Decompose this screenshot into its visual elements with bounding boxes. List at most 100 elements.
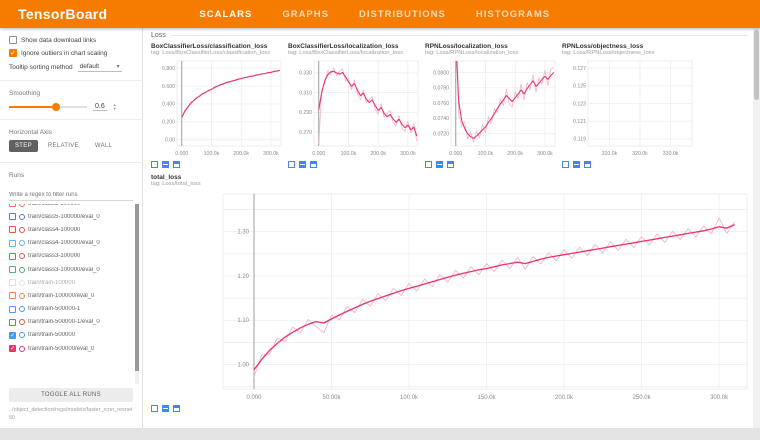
run-checkbox[interactable] [9, 204, 16, 207]
run-checkbox[interactable] [9, 319, 16, 326]
svg-text:1.10: 1.10 [237, 318, 249, 324]
run-checkbox[interactable] [9, 213, 16, 220]
svg-text:0.0740: 0.0740 [433, 116, 449, 122]
stepper-down-icon[interactable]: ▼ [113, 107, 117, 111]
run-row[interactable]: train/train-500000-1 [9, 303, 140, 316]
runs-scrollbar[interactable] [135, 204, 139, 384]
run-checkbox[interactable] [9, 226, 16, 233]
fit-domain-icon[interactable] [162, 161, 169, 168]
run-label: train/train-500000-1/eval_0 [28, 319, 100, 325]
svg-text:0.310: 0.310 [299, 90, 312, 96]
run-label: train/train-100000/eval_0 [28, 293, 94, 299]
svg-text:0.000: 0.000 [312, 151, 325, 157]
run-checkbox[interactable] [9, 240, 16, 247]
chart-title: total_loss [151, 174, 755, 181]
run-row[interactable]: ✓ train/train-500000/eval_0 [9, 342, 140, 355]
run-row[interactable]: train/class5-100000/eval_0 [9, 210, 140, 223]
divider [0, 80, 142, 81]
fullscreen-icon[interactable] [151, 405, 158, 412]
run-checkbox[interactable] [9, 292, 16, 299]
run-row[interactable]: train/class4-100000/eval_0 [9, 237, 140, 250]
run-color-swatch [19, 346, 25, 352]
run-checkbox[interactable]: ✓ [9, 345, 16, 352]
smoothing-stepper[interactable]: ▲ ▼ [113, 103, 117, 111]
page-scrollbar[interactable] [753, 28, 760, 428]
checkbox-label: Ignore outliers in chart scaling [21, 50, 107, 57]
fit-domain-icon[interactable] [299, 161, 306, 168]
pin-chart-icon[interactable] [584, 161, 591, 168]
svg-text:0.123: 0.123 [573, 101, 586, 107]
tab-distributions[interactable]: DISTRIBUTIONS [359, 9, 446, 20]
svg-text:0.0760: 0.0760 [433, 101, 449, 107]
tab-histograms[interactable]: HISTOGRAMS [476, 9, 550, 20]
svg-text:1.00: 1.00 [237, 362, 249, 368]
pin-chart-icon[interactable] [173, 161, 180, 168]
run-checkbox[interactable] [9, 266, 16, 273]
svg-text:0.00: 0.00 [165, 138, 175, 144]
svg-text:310.0k: 310.0k [602, 151, 618, 157]
smoothing-value[interactable]: 0.6 [93, 103, 107, 111]
svg-text:0.270: 0.270 [299, 130, 312, 136]
run-color-swatch [19, 204, 25, 207]
nav-tabs: SCALARS GRAPHS DISTRIBUTIONS HISTOGRAMS [199, 9, 550, 20]
axis-step-button[interactable]: STEP [9, 140, 38, 152]
run-row[interactable]: train/train-500000-1/eval_0 [9, 316, 140, 329]
fullscreen-icon[interactable] [562, 161, 569, 168]
svg-text:150.0k: 150.0k [478, 395, 497, 401]
category-header-loss[interactable]: Loss [151, 32, 748, 39]
chart-title: BoxClassifierLoss/localization_loss [288, 43, 422, 50]
run-label: train/class3-100000/eval_0 [28, 267, 100, 273]
toggle-all-runs-button[interactable]: TOGGLE ALL RUNS [9, 388, 133, 402]
run-label: train/class4-100000 [28, 227, 80, 233]
axis-relative-button[interactable]: RELATIVE [42, 140, 85, 152]
fullscreen-icon[interactable] [425, 161, 432, 168]
axis-wall-button[interactable]: WALL [89, 140, 118, 152]
show-download-links-checkbox[interactable]: Show data download links [9, 36, 133, 44]
line-chart: 1.301.201.101.000.00050.00k100.0k150.0k2… [151, 188, 751, 402]
fullscreen-icon[interactable] [288, 161, 295, 168]
svg-text:250.0k: 250.0k [633, 395, 652, 401]
svg-text:100.0k: 100.0k [204, 151, 220, 157]
run-label: train/class5-100000 [28, 204, 80, 207]
run-row[interactable]: ✓ train/train-500000 [9, 329, 140, 342]
run-row[interactable]: train/train-100000 [9, 276, 140, 289]
svg-text:0.200: 0.200 [162, 120, 175, 126]
svg-text:0.330: 0.330 [299, 71, 312, 77]
run-row[interactable]: train/class4-100000 [9, 223, 140, 236]
tab-scalars[interactable]: SCALARS [199, 9, 252, 20]
run-checkbox[interactable]: ✓ [9, 332, 16, 339]
run-checkbox[interactable] [9, 279, 16, 286]
checkbox-checked-icon[interactable]: ✓ [9, 49, 17, 57]
smoothing-slider[interactable] [9, 106, 87, 108]
scrollbar-thumb[interactable] [135, 204, 139, 371]
runs-filter-input[interactable] [9, 190, 133, 201]
tooltip-sorting-select[interactable]: default ▾ [78, 62, 122, 72]
ignore-outliers-checkbox[interactable]: ✓ Ignore outliers in chart scaling [9, 49, 133, 57]
run-checkbox[interactable] [9, 253, 16, 260]
chart-card-box-localization-loss: BoxClassifierLoss/localization_loss tag:… [288, 43, 422, 169]
chart-card-total-loss: total_loss tag: Loss/total_loss 1.301.20… [151, 174, 755, 413]
tab-graphs[interactable]: GRAPHS [282, 9, 329, 20]
fit-domain-icon[interactable] [162, 405, 169, 412]
pin-chart-icon[interactable] [447, 161, 454, 168]
checkbox-label: Show data download links [21, 37, 96, 44]
run-color-swatch [19, 253, 25, 259]
fullscreen-icon[interactable] [151, 161, 158, 168]
pin-chart-icon[interactable] [173, 405, 180, 412]
charts-panel: Loss BoxClassifierLoss/classification_lo… [143, 28, 760, 428]
run-row[interactable]: train/class3-100000 [9, 250, 140, 263]
run-label: train/train-100000 [28, 280, 75, 286]
scrollbar-thumb[interactable] [754, 30, 759, 100]
run-row[interactable]: train/train-100000/eval_0 [9, 289, 140, 302]
svg-text:50.00k: 50.00k [323, 395, 342, 401]
checkbox-icon[interactable] [9, 36, 17, 44]
pin-chart-icon[interactable] [310, 161, 317, 168]
line-chart: 0.08000.07800.07600.07400.07200.000100.0… [425, 57, 558, 158]
run-checkbox[interactable] [9, 306, 16, 313]
fit-domain-icon[interactable] [573, 161, 580, 168]
run-row[interactable]: train/class3-100000/eval_0 [9, 263, 140, 276]
svg-text:1.20: 1.20 [237, 274, 249, 280]
fit-domain-icon[interactable] [436, 161, 443, 168]
slider-thumb[interactable] [52, 103, 60, 111]
run-color-swatch [19, 319, 25, 325]
